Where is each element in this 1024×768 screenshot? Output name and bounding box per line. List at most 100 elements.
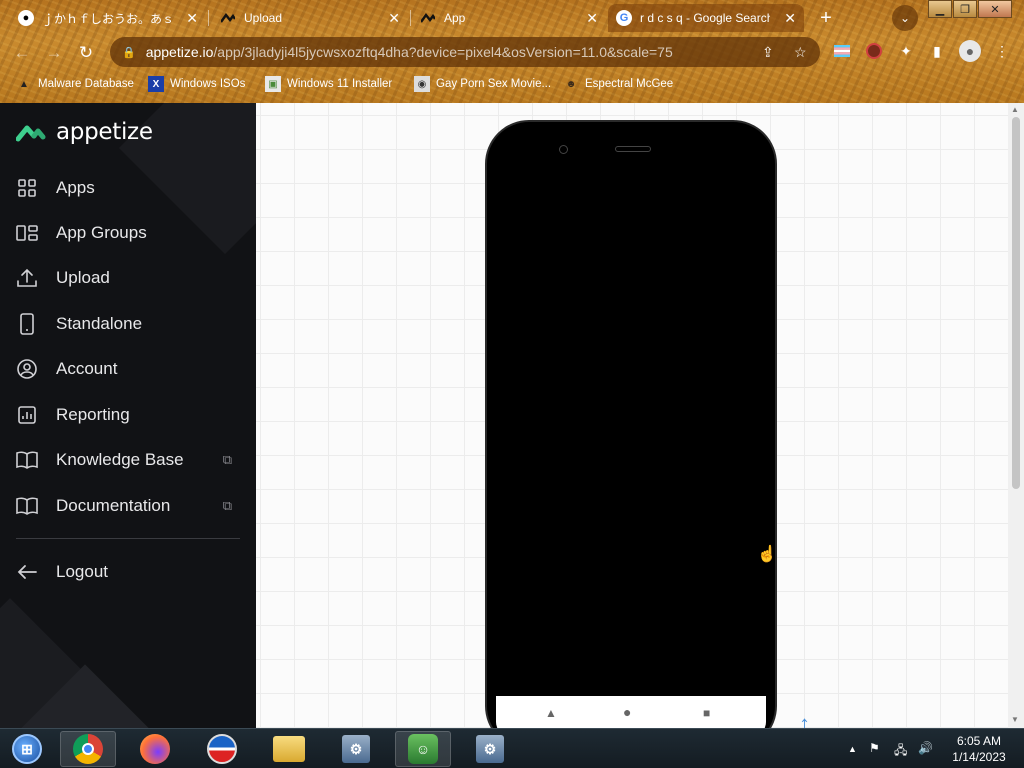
bookmark-item[interactable]: ☻ Espectral McGee [563, 76, 673, 92]
appetize-icon [220, 10, 236, 26]
share-icon[interactable]: ⇪ [762, 44, 774, 61]
app-groups-icon [16, 222, 38, 244]
android-nav-bar: ▲ ● ■ [496, 696, 766, 728]
scroll-down-arrow-icon[interactable]: ▼ [1011, 715, 1019, 724]
url-text: appetize.io/app/3jladyji4l5jycwsxozftq4d… [146, 44, 673, 60]
sidebar-item-label: Account [56, 359, 118, 378]
book-icon [16, 495, 38, 517]
scroll-up-arrow-icon[interactable]: ▲ [1011, 105, 1019, 114]
start-button[interactable]: ⊞ [0, 731, 54, 767]
brand-logo[interactable]: appetize [15, 119, 153, 145]
tab-2[interactable]: App ✕ [412, 4, 606, 32]
device-emulator[interactable]: ▲ ● ■ [485, 120, 777, 728]
bookmark-label: Windows 11 Installer [287, 78, 393, 90]
sidebar-divider [16, 538, 240, 539]
lock-icon: 🔒 [122, 46, 136, 59]
sidebar-item-label: Documentation [56, 496, 171, 515]
android-back-icon[interactable]: ▲ [545, 706, 557, 720]
back-button[interactable]: ← [11, 42, 33, 64]
camera-icon [559, 145, 568, 154]
address-bar[interactable]: 🔒 appetize.io/app/3jladyji4l5jycwsxozftq… [110, 37, 820, 67]
sidebar-item-knowledge-base[interactable]: Knowledge Base ⧉ [16, 445, 240, 475]
close-icon[interactable]: ✕ [186, 10, 198, 27]
sidepanel-icon[interactable]: ▮ [927, 41, 947, 61]
menu-icon[interactable]: ⋮ [992, 41, 1012, 61]
android-home-icon[interactable]: ● [623, 704, 631, 720]
volume-icon[interactable]: 🔊 [918, 741, 933, 755]
taskbar-installer[interactable]: ⚙ [328, 731, 384, 767]
sidebar-item-logout[interactable]: Logout [16, 557, 240, 587]
sidebar-item-upload[interactable]: Upload [16, 263, 240, 293]
taskbar-chrome[interactable] [60, 731, 116, 767]
forward-button[interactable]: → [43, 42, 65, 64]
extension-flag-icon[interactable] [832, 41, 852, 61]
bookmark-item[interactable]: X Windows ISOs [148, 76, 245, 92]
bookmark-item[interactable]: ◉ Gay Porn Sex Movie... [414, 76, 551, 92]
upload-icon [16, 267, 38, 289]
arrow-up-icon[interactable]: ↑ [799, 711, 810, 728]
scrollbar-thumb[interactable] [1012, 117, 1020, 489]
puzzle-icon[interactable]: ✦ [896, 41, 916, 61]
bookmark-item[interactable]: ▣ Windows 11 Installer [265, 76, 392, 92]
sidebar-item-apps[interactable]: Apps [16, 173, 240, 203]
taskbar-app-obama[interactable] [194, 731, 250, 767]
close-icon[interactable]: ✕ [388, 10, 400, 27]
sidebar-item-documentation[interactable]: Documentation ⧉ [16, 491, 240, 521]
profile-icon[interactable]: ● [959, 40, 981, 62]
sidebar-item-account[interactable]: Account [16, 354, 240, 384]
restore-button[interactable]: ❐ [953, 0, 977, 18]
taskbar-explorer[interactable] [261, 731, 317, 767]
tab-title: r d c s q - Google Search [640, 11, 770, 25]
sidebar-item-label: App Groups [56, 223, 147, 242]
folder-icon [273, 736, 305, 762]
tray-overflow-icon[interactable]: ▲ [848, 744, 857, 754]
taskbar-firefox[interactable] [127, 731, 183, 767]
bookmark-favicon-icon: ▲ [19, 78, 29, 90]
taskbar-installer-2[interactable]: ⚙ [462, 731, 518, 767]
sidebar-item-label: Upload [56, 268, 110, 287]
appetize-logo-icon [15, 122, 46, 142]
arrow-left-icon [16, 561, 38, 583]
hand-cursor-icon: ☝ [757, 546, 777, 563]
sidebar-item-reporting[interactable]: Reporting [16, 400, 240, 430]
external-link-icon: ⧉ [222, 452, 232, 467]
close-icon[interactable]: ✕ [586, 10, 598, 27]
firefox-icon [140, 734, 170, 764]
bookmark-label: Malware Database [38, 78, 134, 90]
network-icon[interactable]: 🖧 [894, 741, 907, 762]
clock-time: 6:05 AM [956, 734, 1002, 748]
system-clock[interactable]: 6:05 AM 1/14/2023 [944, 733, 1014, 765]
vertical-scrollbar[interactable]: ▲ ▼ [1008, 103, 1024, 728]
panda-icon: ● [18, 10, 34, 26]
minimize-button[interactable]: ▁ [928, 0, 952, 18]
star-icon[interactable]: ☆ [794, 44, 807, 61]
phone-icon [16, 313, 38, 335]
tab-0[interactable]: ● ｊかｈｆしおうお。あｓｄ ✕ [10, 4, 206, 32]
tab-3-active[interactable]: G r d c s q - Google Search ✕ [608, 4, 804, 32]
sidebar-item-label: Logout [56, 562, 108, 581]
sidebar-item-standalone[interactable]: Standalone [16, 309, 240, 339]
taskbar-messenger[interactable]: ☺ [395, 731, 451, 767]
tab-search-button[interactable]: ⌄ [892, 5, 918, 31]
speaker-grille [615, 146, 651, 152]
tab-separator [208, 10, 209, 26]
bookmark-item[interactable]: ▲ Malware Database [16, 76, 134, 92]
appetize-icon [420, 10, 436, 26]
flag-icon[interactable]: ⚑ [869, 741, 880, 755]
tab-separator [410, 10, 411, 26]
extension-avatar-icon[interactable] [864, 41, 884, 61]
clock-date: 1/14/2023 [952, 750, 1006, 764]
tab-title: ｊかｈｆしおうお。あｓｄ [42, 11, 172, 26]
bookmark-label: Espectral McGee [585, 78, 674, 90]
new-tab-button[interactable]: + [814, 6, 838, 30]
sidebar-item-label: Apps [56, 178, 95, 197]
bookmark-favicon-icon: ◉ [414, 76, 430, 92]
close-icon[interactable]: ✕ [784, 10, 796, 27]
close-window-button[interactable]: ✕ [978, 0, 1012, 18]
reload-button[interactable]: ↻ [75, 42, 97, 64]
screen: ● ｊかｈｆしおうお。あｓｄ ✕ Upload ✕ App ✕ G r d c … [0, 0, 1024, 768]
android-recents-icon[interactable]: ■ [703, 706, 710, 720]
tab-1[interactable]: Upload ✕ [212, 4, 408, 32]
taskbar: ⊞ ⚙ ☺ ⚙ ▲ ⚑ 🖧 🔊 6:05 AM 1/14/2023 [0, 728, 1024, 768]
sidebar-item-app-groups[interactable]: App Groups [16, 218, 240, 248]
